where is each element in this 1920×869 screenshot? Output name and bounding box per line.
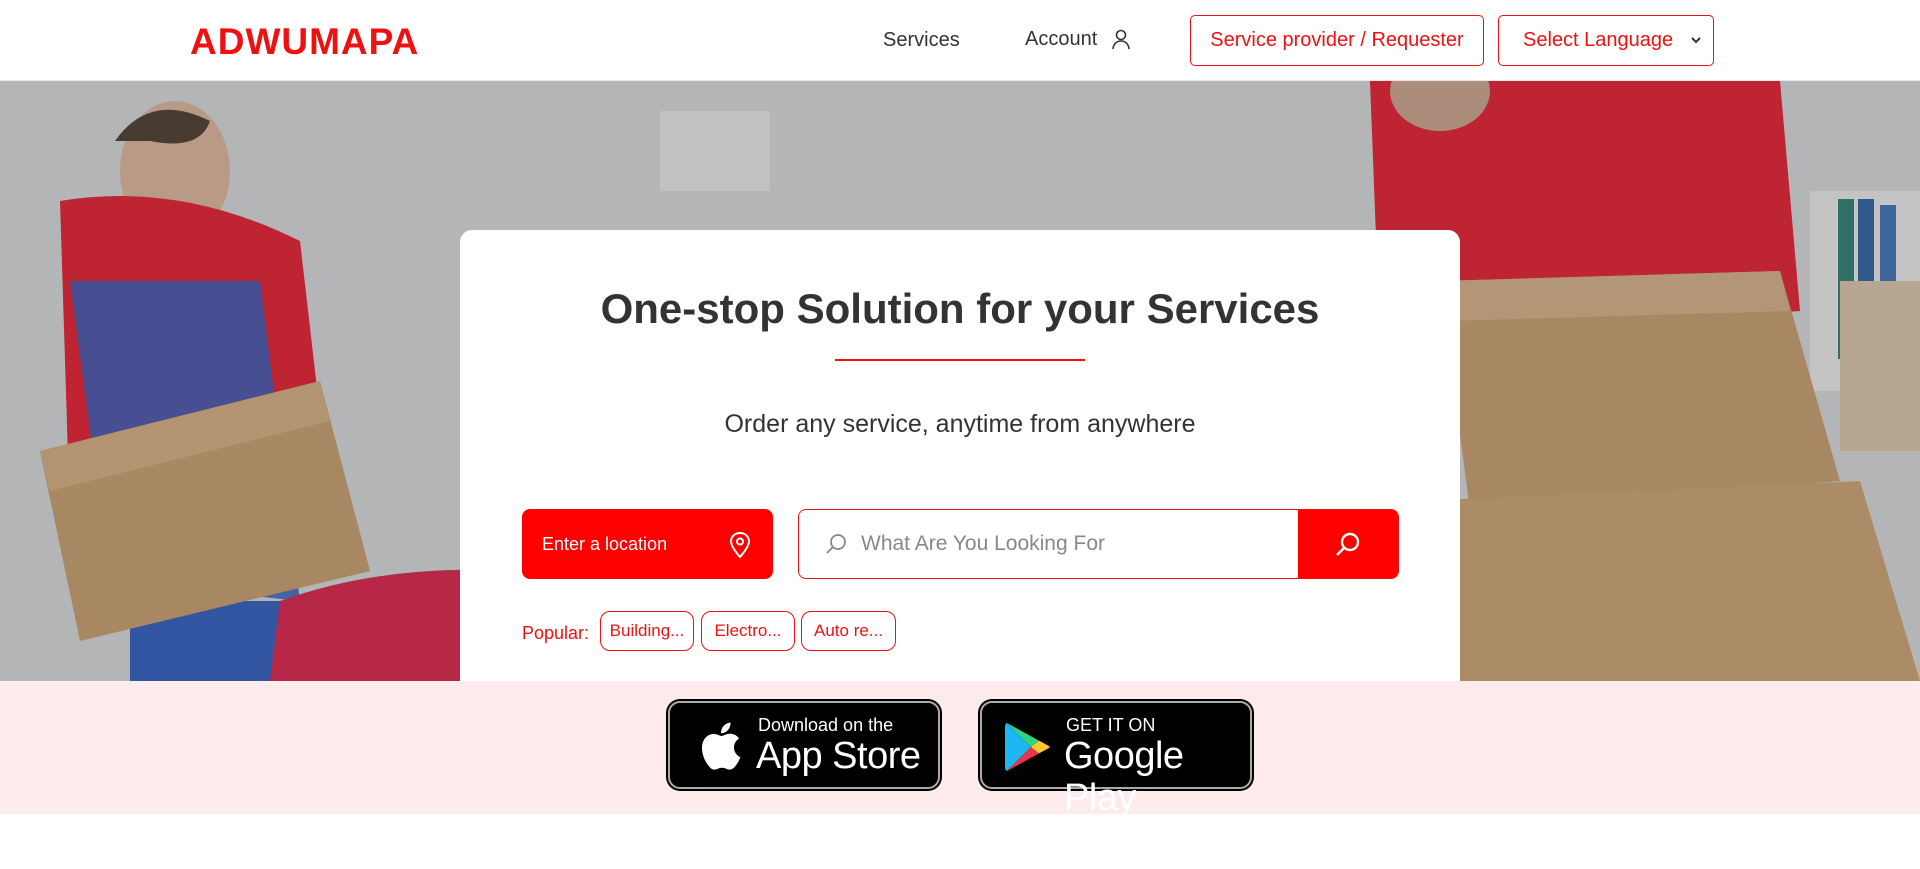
enter-location-button[interactable]: Enter a location bbox=[522, 509, 773, 579]
chevron-down-icon bbox=[1691, 37, 1701, 44]
provider-requester-button[interactable]: Service provider / Requester bbox=[1190, 15, 1484, 66]
nav-account-link[interactable]: Account bbox=[1025, 27, 1133, 51]
location-pin-icon bbox=[729, 531, 751, 559]
search-bar bbox=[798, 509, 1399, 579]
search-icon bbox=[826, 534, 846, 554]
google-play-icon bbox=[1005, 723, 1050, 771]
popular-label: Popular: bbox=[522, 623, 590, 643]
logo[interactable]: ADWUMAPA bbox=[190, 22, 419, 62]
app-store-badge[interactable]: Download on the App Store bbox=[668, 701, 940, 789]
search-icon bbox=[1336, 532, 1360, 556]
site-header: ADWUMAPA Services Account Service provid… bbox=[0, 0, 1920, 81]
popular-chip-building[interactable]: Building... bbox=[600, 611, 694, 651]
google-play-line1: GET IT ON bbox=[1066, 715, 1156, 735]
app-store-line1: Download on the bbox=[758, 715, 894, 735]
nav-account-label: Account bbox=[1025, 28, 1098, 50]
title-divider bbox=[835, 359, 1085, 361]
nav-services-link[interactable]: Services bbox=[883, 28, 960, 52]
search-input[interactable] bbox=[861, 510, 1291, 577]
popular-chip-electro[interactable]: Electro... bbox=[701, 611, 795, 651]
hero-section: One-stop Solution for your Services Orde… bbox=[0, 81, 1920, 681]
app-store-line2: App Store bbox=[756, 735, 921, 777]
hero-subtitle: Order any service, anytime from anywhere bbox=[724, 410, 1196, 438]
google-play-badge[interactable]: GET IT ON Google Play bbox=[980, 701, 1252, 819]
user-icon bbox=[1112, 29, 1131, 50]
hero-search-card: One-stop Solution for your Services Orde… bbox=[460, 230, 1460, 681]
hero-title: One-stop Solution for your Services bbox=[600, 285, 1320, 332]
language-select[interactable]: Select Language bbox=[1498, 15, 1714, 66]
popular-chip-auto[interactable]: Auto re... bbox=[801, 611, 896, 651]
google-play-line2: Google Play bbox=[1064, 735, 1184, 819]
language-select-value: Select Language bbox=[1523, 29, 1674, 51]
apple-icon bbox=[701, 722, 741, 770]
enter-location-label: Enter a location bbox=[542, 533, 668, 554]
app-download-band: Download on the App Store GET IT ON Goog… bbox=[0, 681, 1920, 819]
search-button[interactable] bbox=[1298, 510, 1398, 578]
